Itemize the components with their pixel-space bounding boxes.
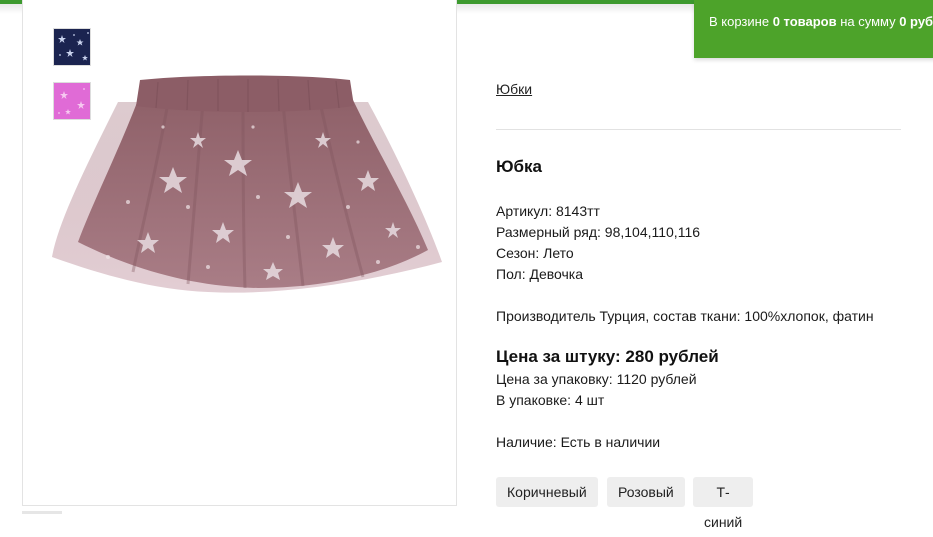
- pack-quantity: В упаковке: 4 шт: [496, 392, 605, 408]
- product-manufacturer: Производитель Турция, состав ткани: 100%…: [496, 308, 874, 324]
- product-gender: Пол: Девочка: [496, 266, 584, 282]
- color-option-brown[interactable]: Коричневый: [496, 477, 598, 507]
- breadcrumb-category-link[interactable]: Юбки: [496, 81, 532, 97]
- thumbnail-navy[interactable]: [53, 28, 91, 66]
- color-option-navy[interactable]: Т-синий: [693, 477, 754, 530]
- product-title: Юбка: [496, 157, 542, 176]
- info-divider: [496, 129, 901, 130]
- navy-skirt-thumbnail-image: [54, 29, 90, 65]
- availability-status: Наличие: Есть в наличии: [496, 434, 661, 450]
- cart-middle: на сумму: [836, 14, 900, 29]
- price-per-unit: Цена за штуку: 280 рублей: [496, 347, 719, 366]
- color-option-pink[interactable]: Розовый: [607, 477, 685, 507]
- price-per-pack: Цена за упаковку: 1120 рублей: [496, 371, 697, 387]
- skirt-product-image: [52, 75, 442, 293]
- product-article: Артикул: 8143тт: [496, 203, 600, 219]
- cart-sum: 0 руб: [899, 14, 933, 29]
- cart-prefix: В корзине: [709, 14, 773, 29]
- product-sizes: Размерный ряд: 98,104,110,116: [496, 224, 701, 240]
- cart-count: 0 товаров: [772, 14, 837, 29]
- product-season: Сезон: Лето: [496, 245, 574, 261]
- cart-summary-bar[interactable]: В корзине 0 товаров на сумму 0 руб: [694, 0, 933, 58]
